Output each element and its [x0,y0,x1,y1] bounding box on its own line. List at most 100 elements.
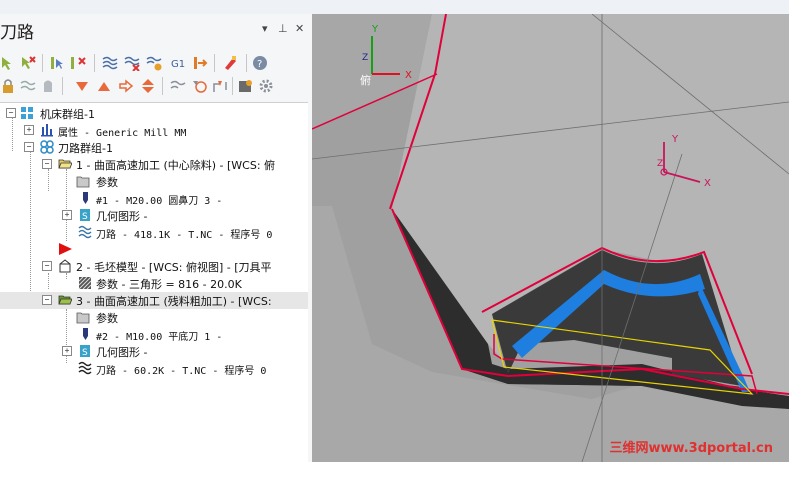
tree-item-toolpath[interactable]: 刀路 - 418.1K - T.NC - 程序号 0 [0,224,308,241]
insert-arrow-icon [59,243,72,255]
tree-item-label: 2 - 毛坯模型 - [WCS: 俯视图] - [刀具平 [76,261,272,274]
settings-gear-icon[interactable] [258,78,274,94]
toolpath-icon [78,361,92,375]
tree-item-label: 几何图形 - [96,346,148,359]
stock-icon[interactable] [238,78,254,94]
panel-menu-button[interactable]: ▾ [262,22,268,35]
toolbar-separator [232,77,233,95]
close-icon[interactable]: ✕ [295,22,304,35]
regen-dirty-icon[interactable] [124,55,140,71]
tool-icon [83,328,88,340]
toolbar-row-2 [0,75,312,97]
tool-icon [83,192,88,204]
parameters-folder-icon [76,176,90,188]
parameters-folder-icon [76,312,90,324]
reorder-icon[interactable] [212,78,228,94]
toolbar-separator [62,77,63,95]
tree-item-operation-3[interactable]: − 3 - 曲面高速加工 (残料粗加工) - [WCS: [0,292,308,309]
filter-icon[interactable] [192,78,208,94]
tree-item-label: 刀路 - 60.2K - T.NC - 程序号 0 [96,366,267,377]
collapse-toggle[interactable]: − [24,142,34,152]
svg-text:G1: G1 [171,59,185,70]
watermark-text: 三维网www.3dportal.cn [609,441,773,456]
machine-group-icon [21,107,33,119]
wcs-x-label: X [704,178,711,189]
verify-icon[interactable] [50,55,66,71]
toolbar-separator [246,54,247,72]
g1-icon[interactable]: G1 [170,55,186,71]
tree-item-parameters[interactable]: 参数 [0,173,308,190]
verify-off-icon[interactable] [70,55,86,71]
expand-toggle[interactable]: + [62,210,72,220]
tree-item-label: 参数 [96,176,118,189]
collapse-toggle[interactable]: − [42,295,52,305]
lock-icon[interactable] [0,78,16,94]
regen-icon[interactable] [102,55,118,71]
tree-item-tool[interactable]: #2 - M10.00 平底刀 1 - [0,326,308,343]
toolbar-separator [162,77,163,95]
tree-item-toolpath[interactable]: 刀路 - 60.2K - T.NC - 程序号 0 [0,360,308,377]
tree-item-geometry[interactable]: + S 几何图形 - [0,207,308,224]
viewport-canvas[interactable]: Y X Z 俯 Y X Z [312,14,789,462]
tree-item-toolpath-group[interactable]: − 刀路群组-1 [0,139,308,156]
tree-item-parameters[interactable]: 参数 - 三角形 = 816 - 20.0K [0,275,308,292]
collapse-toggle[interactable]: − [42,261,52,271]
toolbar-row-1: G1 ? [0,52,312,74]
tree-item-label: 参数 - 三角形 = 816 - 20.0K [96,278,242,291]
toggle-select-icon[interactable] [20,55,36,71]
tree-insert-marker[interactable] [0,241,308,258]
svg-text:S: S [82,212,88,222]
folder-open-icon [58,159,72,169]
toolbar-separator [42,54,43,72]
axis-y-label: Y [371,24,379,35]
svg-text:S: S [82,348,88,358]
move-up-icon[interactable] [96,78,112,94]
toolpath-tree[interactable]: − 机床群组-1 + 属性 - Generic Mill MM − 刀路群组-1… [0,102,308,477]
tree-item-label: 属性 - Generic Mill MM [58,128,187,139]
toolpath-panel: 刀路 ▾ ⊥ ✕ G1 ? − 机床群组-1 + 属性 - Generic Mi… [0,14,312,477]
tree-item-label: 机床群组-1 [40,108,95,121]
tree-item-operation-1[interactable]: − 1 - 曲面高速加工 (中心除料) - [WCS: 俯 [0,156,308,173]
tree-item-machine-group[interactable]: − 机床群组-1 [0,105,308,122]
post-icon[interactable] [192,55,208,71]
select-icon[interactable] [0,55,16,71]
svg-text:?: ? [257,59,262,70]
toolpath-group-icon [40,140,54,154]
graphics-viewport[interactable]: Y X Z 俯 Y X Z 三维网www.3dportal.cn [312,14,789,462]
tree-item-properties[interactable]: + 属性 - Generic Mill MM [0,122,308,139]
mesh-icon [78,276,92,290]
display-icon[interactable] [40,78,56,94]
expand-toggle[interactable]: + [62,346,72,356]
expand-icon[interactable] [140,78,156,94]
wcs-z-label: Z [657,159,663,169]
toolbar-separator [214,54,215,72]
collapse-toggle[interactable]: − [42,159,52,169]
expand-toggle[interactable]: + [24,125,34,135]
panel-title: 刀路 [0,23,34,43]
tree-item-label: 参数 [96,312,118,325]
tree-item-geometry[interactable]: + S 几何图形 - [0,343,308,360]
stock-model-icon [59,259,71,273]
axis-x-label: X [405,70,412,81]
geometry-icon: S [80,345,90,358]
collapse-icon[interactable] [170,78,186,94]
tree-item-label: 1 - 曲面高速加工 (中心除料) - [WCS: 俯 [76,159,276,172]
hide-icon[interactable] [20,78,36,94]
tree-item-tool[interactable]: #1 - M20.00 圆鼻刀 3 - [0,190,308,207]
toolpath-icon [78,225,92,239]
help-icon[interactable]: ? [252,55,268,71]
properties-icon [41,124,53,137]
tree-item-parameters[interactable]: 参数 [0,309,308,326]
move-down-icon[interactable] [74,78,90,94]
tree-item-label: 几何图形 - [96,210,148,223]
backplot-icon[interactable] [146,55,162,71]
tree-item-label: 刀路群组-1 [58,142,113,155]
tree-item-label: #2 - M10.00 平底刀 1 - [96,332,223,343]
axis-z-label: Z [362,53,368,63]
tree-item-operation-2[interactable]: − 2 - 毛坯模型 - [WCS: 俯视图] - [刀具平 [0,258,308,275]
collapse-toggle[interactable]: − [6,108,16,118]
pin-icon[interactable]: ⊥ [278,22,288,35]
tree-item-label: 3 - 曲面高速加工 (残料粗加工) - [WCS: [76,295,272,308]
highlight-icon[interactable] [222,55,238,71]
insert-arrow-icon[interactable] [118,78,134,94]
